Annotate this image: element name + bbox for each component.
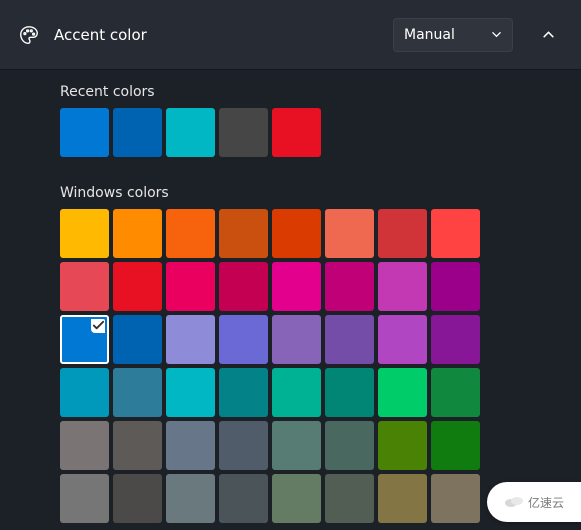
collapse-button[interactable] [533, 18, 563, 52]
recent-color-swatch[interactable] [113, 108, 162, 157]
windows-color-swatch[interactable] [378, 368, 427, 417]
windows-color-swatch[interactable] [431, 474, 480, 523]
windows-color-swatch[interactable] [219, 474, 268, 523]
recent-color-swatch[interactable] [166, 108, 215, 157]
windows-color-swatch[interactable] [378, 262, 427, 311]
windows-color-swatch[interactable] [219, 368, 268, 417]
windows-color-swatch[interactable] [166, 368, 215, 417]
accent-color-header: Accent color Manual [0, 0, 581, 70]
windows-color-swatch[interactable] [166, 262, 215, 311]
windows-color-swatch[interactable] [325, 315, 374, 364]
recent-color-swatch[interactable] [272, 108, 321, 157]
windows-color-swatch[interactable] [378, 209, 427, 258]
chevron-down-icon [490, 29, 502, 41]
recent-color-swatch[interactable] [60, 108, 109, 157]
windows-color-swatch[interactable] [272, 209, 321, 258]
windows-color-swatch[interactable] [60, 474, 109, 523]
windows-color-swatch[interactable] [325, 209, 374, 258]
windows-color-swatch[interactable] [113, 368, 162, 417]
windows-color-swatch[interactable] [60, 209, 109, 258]
windows-color-swatch[interactable] [113, 209, 162, 258]
windows-colors-grid [60, 209, 581, 523]
windows-color-swatch[interactable] [166, 315, 215, 364]
windows-color-swatch[interactable] [272, 474, 321, 523]
accent-mode-dropdown[interactable]: Manual [393, 18, 513, 52]
windows-color-swatch[interactable] [272, 421, 321, 470]
accent-mode-value: Manual [404, 27, 455, 43]
windows-color-swatch[interactable] [219, 209, 268, 258]
windows-color-swatch[interactable] [378, 474, 427, 523]
windows-color-swatch[interactable] [219, 421, 268, 470]
windows-color-swatch[interactable] [272, 262, 321, 311]
windows-colors-label: Windows colors [60, 185, 581, 201]
windows-color-swatch[interactable] [60, 262, 109, 311]
windows-color-swatch[interactable] [113, 421, 162, 470]
accent-color-content: Recent colors Windows colors [0, 70, 581, 523]
windows-color-swatch[interactable] [113, 474, 162, 523]
recent-colors-label: Recent colors [60, 84, 581, 100]
watermark-text: 亿速云 [528, 494, 564, 511]
windows-color-swatch[interactable] [378, 421, 427, 470]
windows-color-swatch[interactable] [325, 368, 374, 417]
windows-color-swatch[interactable] [325, 421, 374, 470]
windows-color-swatch[interactable] [113, 315, 162, 364]
windows-color-swatch[interactable] [431, 315, 480, 364]
windows-color-swatch[interactable] [325, 262, 374, 311]
windows-color-swatch[interactable] [431, 368, 480, 417]
page-title: Accent color [54, 26, 379, 44]
windows-color-swatch[interactable] [166, 474, 215, 523]
windows-color-swatch[interactable] [219, 262, 268, 311]
windows-color-swatch[interactable] [113, 262, 162, 311]
windows-color-swatch[interactable] [431, 421, 480, 470]
windows-color-swatch[interactable] [60, 315, 109, 364]
windows-color-swatch[interactable] [272, 315, 321, 364]
windows-color-swatch[interactable] [219, 315, 268, 364]
palette-icon [18, 24, 40, 46]
windows-color-swatch[interactable] [272, 368, 321, 417]
windows-color-swatch[interactable] [166, 209, 215, 258]
recent-colors-row [60, 108, 581, 157]
windows-color-swatch[interactable] [166, 421, 215, 470]
watermark-badge: 亿速云 [487, 482, 581, 522]
windows-color-swatch[interactable] [378, 315, 427, 364]
windows-color-swatch[interactable] [325, 474, 374, 523]
windows-color-swatch[interactable] [431, 262, 480, 311]
windows-color-swatch[interactable] [60, 368, 109, 417]
windows-color-swatch[interactable] [431, 209, 480, 258]
recent-color-swatch[interactable] [219, 108, 268, 157]
windows-color-swatch[interactable] [60, 421, 109, 470]
